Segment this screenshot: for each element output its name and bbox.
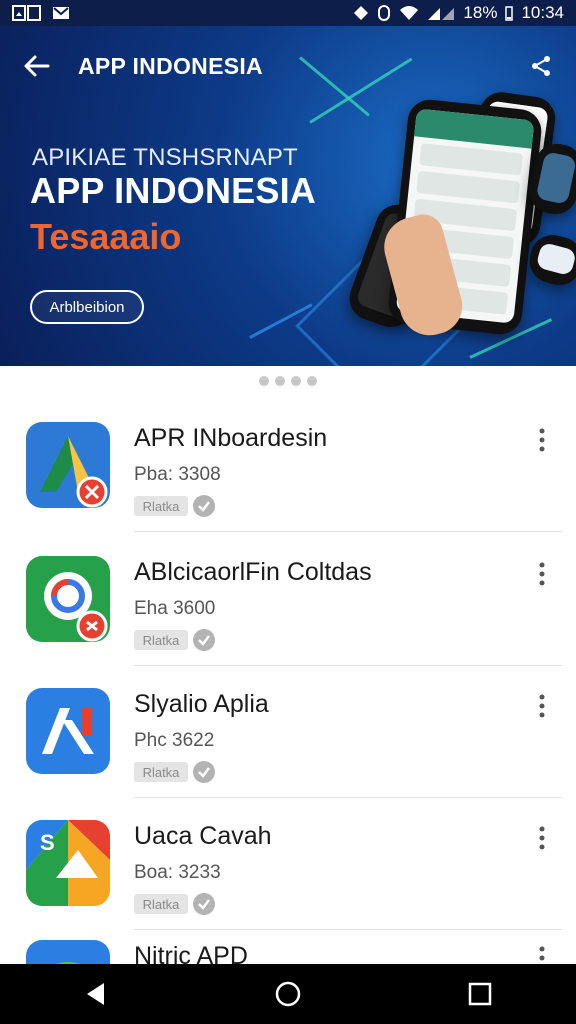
yellow-triangle-app-icon — [26, 422, 110, 508]
list-item[interactable]: S Uaca Cavah Boa: 3233 Rlatka — [0, 798, 576, 930]
carousel-dot[interactable] — [291, 376, 301, 386]
verified-icon — [193, 629, 215, 651]
app-meta: Phc 3622 — [134, 730, 215, 751]
status-right-icons: 18% 10:34 — [353, 3, 564, 23]
app-badge: Rlatka — [134, 762, 188, 782]
app-name: Uaca Cavah — [134, 822, 272, 850]
app-badge: Rlatka — [134, 894, 188, 914]
app-badge: Rlatka — [134, 496, 188, 516]
status-left-icons — [12, 4, 70, 22]
nav-home-button[interactable] — [271, 977, 305, 1011]
hero-banner[interactable]: APP INDONESIA APIKIAE TNSHSRNAPT APP IND… — [0, 26, 576, 366]
more-options-icon[interactable] — [532, 692, 552, 720]
list-item[interactable]: Slyalio Aplia Phc 3622 Rlatka — [0, 666, 576, 798]
app-name: ABlcicaorlFin Coltdas — [134, 558, 372, 586]
notification-icon — [378, 5, 391, 21]
carousel-dot[interactable] — [275, 376, 285, 386]
status-bar: 18% 10:34 — [0, 0, 576, 26]
hero-title: APP INDONESIA — [30, 170, 316, 211]
home-circle-icon — [275, 981, 301, 1007]
hero-tagline: Tesaaaio — [30, 216, 182, 257]
back-triangle-icon — [87, 983, 104, 1005]
app-bar: APP INDONESIA — [0, 26, 576, 106]
battery-level: 18% — [463, 3, 498, 22]
nav-back-button[interactable] — [79, 977, 113, 1011]
system-nav-bar — [0, 964, 576, 1024]
triangle-s-app-icon: S — [26, 820, 110, 906]
carousel-indicator[interactable] — [0, 376, 576, 386]
more-options-icon[interactable] — [532, 560, 552, 588]
shield-icon — [354, 6, 369, 20]
app-name: Slyalio Aplia — [134, 690, 269, 718]
list-item[interactable]: ABlcicaorlFin Coltdas Eha 3600 Rlatka — [0, 534, 576, 666]
recents-square-icon — [468, 982, 492, 1006]
divider — [134, 531, 562, 532]
share-icon[interactable] — [528, 53, 554, 79]
verified-icon — [193, 495, 215, 517]
app-name: APR INboardesin — [134, 424, 328, 452]
wifi-icon — [400, 6, 419, 20]
clock: 10:34 — [521, 3, 564, 22]
more-options-icon[interactable] — [532, 426, 552, 454]
google-style-app-icon — [26, 556, 110, 642]
app-meta: Pba: 3308 — [134, 464, 221, 485]
verified-icon — [193, 893, 215, 915]
carousel-dot[interactable] — [307, 376, 317, 386]
app-badge: Rlatka — [134, 630, 188, 650]
signal-icon — [428, 8, 455, 20]
more-options-icon[interactable] — [532, 824, 552, 852]
carousel-dot[interactable] — [259, 376, 269, 386]
app-meta: Eha 3600 — [134, 598, 216, 619]
page-title: APP INDONESIA — [78, 52, 263, 79]
mail-icon — [53, 7, 69, 19]
hero-subtitle: APIKIAE TNSHSRNAPT — [32, 144, 298, 171]
blue-n-app-icon — [26, 688, 110, 774]
hero-cta-button[interactable]: Arblbeibion — [30, 290, 144, 324]
battery-icon — [505, 6, 514, 21]
gallery-icon — [12, 5, 41, 21]
nav-recents-button[interactable] — [463, 977, 497, 1011]
back-arrow-icon[interactable] — [22, 51, 52, 81]
verified-icon — [193, 761, 215, 783]
list-item[interactable]: APR INboardesin Pba: 3308 Rlatka — [0, 400, 576, 532]
svg-text:S: S — [40, 830, 55, 855]
app-meta: Boa: 3233 — [134, 862, 221, 883]
